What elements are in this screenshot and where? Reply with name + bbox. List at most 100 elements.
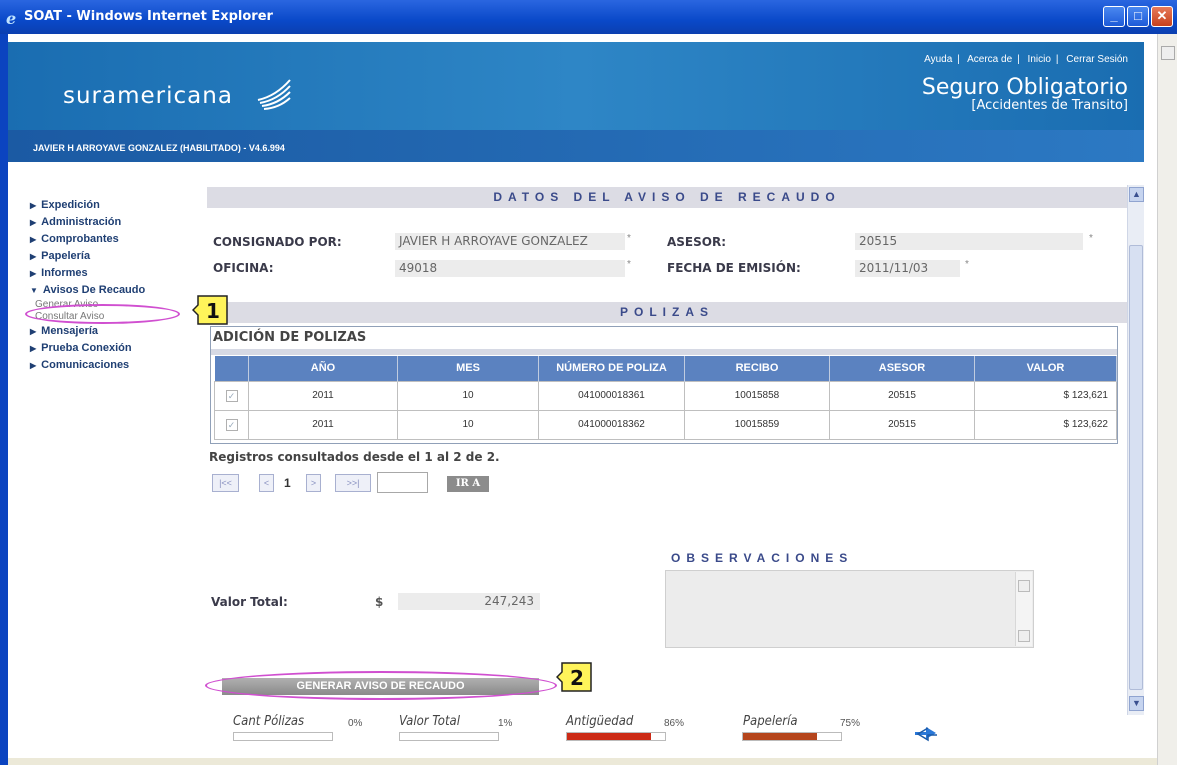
scroll-down-arrow-icon[interactable]: ▼: [1129, 696, 1144, 711]
metric-cant-polizas-pct: 0%: [348, 718, 363, 729]
col-mes[interactable]: MES: [397, 356, 539, 381]
product-subtitle: [Accidentes de Transito]: [971, 98, 1128, 113]
callout-badge-2: 2: [556, 662, 592, 692]
content-scrollbar[interactable]: ▲ ▼: [1127, 185, 1144, 715]
metric-valor-total-pct: 1%: [498, 718, 513, 729]
fecha-emision-field[interactable]: 2011/11/03: [855, 260, 960, 277]
metric-papeleria-pct: 75%: [840, 718, 861, 729]
page-scrollbar[interactable]: [1157, 34, 1177, 765]
sidebar-item-papeleria[interactable]: ▶ Papelería: [30, 248, 205, 265]
pager-page-input[interactable]: [377, 472, 428, 493]
annotation-ellipse: [25, 304, 180, 324]
link-ayuda[interactable]: Ayuda: [924, 54, 952, 65]
cell-valor: $ 123,621: [974, 380, 1117, 411]
sidebar-item-prueba-conexion[interactable]: ▶ Prueba Conexión: [30, 340, 205, 357]
required-mark: *: [627, 233, 631, 244]
triangle-right-icon: ▶: [30, 344, 37, 353]
status-bar: [8, 758, 1157, 765]
scroll-up-arrow-icon[interactable]: [1018, 580, 1030, 592]
sidebar-item-avisos-de-recaudo[interactable]: ▼ Avisos De Recaudo: [30, 282, 205, 299]
observaciones-title: OBSERVACIONES: [671, 551, 854, 565]
pager-first-button[interactable]: |<<: [212, 474, 239, 492]
valor-total-label: Valor Total:: [211, 595, 288, 609]
cell-anio: 2011: [248, 409, 398, 440]
link-inicio[interactable]: Inicio: [1028, 54, 1051, 65]
refresh-icon[interactable]: [912, 722, 940, 744]
pager-last-button[interactable]: >>|: [335, 474, 371, 492]
col-numero-poliza[interactable]: NÚMERO DE POLIZA: [538, 356, 685, 381]
row-select-cell: ✓: [214, 380, 249, 411]
cell-mes: 10: [397, 380, 539, 411]
observaciones-textarea[interactable]: [665, 570, 1034, 648]
metric-antiguedad-bar: [566, 732, 666, 741]
triangle-right-icon: ▶: [30, 361, 37, 370]
col-asesor[interactable]: ASESOR: [829, 356, 975, 381]
oficina-label: OFICINA:: [213, 261, 274, 275]
registros-count: Registros consultados desde el 1 al 2 de…: [209, 450, 500, 464]
consignado-field[interactable]: JAVIER H ARROYAVE GONZALEZ: [395, 233, 625, 250]
adicion-polizas-title: ADICIÓN DE POLIZAS: [213, 330, 367, 345]
cell-anio: 2011: [248, 380, 398, 411]
cell-recibo: 10015859: [684, 409, 830, 440]
asesor-label: ASESOR:: [667, 235, 727, 249]
triangle-right-icon: ▶: [30, 235, 37, 244]
brand-logo: suramericana: [63, 83, 233, 109]
row-checkbox[interactable]: ✓: [225, 389, 238, 402]
scroll-thumb[interactable]: [1129, 245, 1143, 690]
section-polizas-title: POLIZAS: [207, 302, 1127, 323]
brand-wave-icon: [257, 79, 291, 110]
sidebar-item-comprobantes[interactable]: ▶ Comprobantes: [30, 231, 205, 248]
oficina-field[interactable]: 49018: [395, 260, 625, 277]
sidebar-item-expedicion[interactable]: ▶ Expedición: [30, 197, 205, 214]
link-cerrar-sesion[interactable]: Cerrar Sesión: [1066, 54, 1128, 65]
close-button[interactable]: ✕: [1151, 6, 1173, 27]
triangle-right-icon: ▶: [30, 327, 37, 336]
user-status: JAVIER H ARROYAVE GONZALEZ (HABILITADO) …: [8, 130, 1144, 162]
pager-go-button[interactable]: IR A: [447, 476, 489, 492]
row-checkbox[interactable]: ✓: [225, 418, 238, 431]
svg-text:1: 1: [206, 299, 220, 323]
sidebar-item-informes[interactable]: ▶ Informes: [30, 265, 205, 282]
valor-total-field: 247,243: [398, 593, 540, 610]
bar-fill: [567, 733, 652, 740]
metric-papeleria-label: Papelería: [743, 714, 798, 729]
callout-badge-1: 1: [192, 295, 228, 325]
table-row: ✓ 2011 10 041000018362 10015859 20515 $ …: [214, 409, 1117, 440]
scroll-up-arrow-icon[interactable]: [1161, 46, 1175, 60]
product-title: Seguro Obligatorio: [921, 75, 1128, 100]
site-header: suramericana Ayuda | Acerca de | Inicio | C…: [8, 42, 1144, 130]
link-acerca-de[interactable]: Acerca de: [967, 54, 1012, 65]
col-valor[interactable]: VALOR: [974, 356, 1117, 381]
metric-antiguedad-label: Antigüedad: [566, 714, 634, 729]
polizas-table: AÑO MES NÚMERO DE POLIZA RECIBO ASESOR V…: [214, 356, 1117, 440]
col-select: [214, 356, 249, 381]
col-anio[interactable]: AÑO: [248, 356, 398, 381]
scroll-down-arrow-icon[interactable]: [1018, 630, 1030, 642]
pager-prev-button[interactable]: <: [259, 474, 274, 492]
ie-logo-icon: e: [6, 9, 17, 28]
pager-next-button[interactable]: >: [306, 474, 321, 492]
metric-cant-polizas-label: Cant Pólizas: [233, 714, 305, 729]
minimize-button[interactable]: _: [1103, 6, 1125, 27]
row-select-cell: ✓: [214, 409, 249, 440]
metric-papeleria-bar: [742, 732, 842, 741]
scroll-up-arrow-icon[interactable]: ▲: [1129, 187, 1144, 202]
required-mark: *: [1089, 233, 1093, 244]
sidebar-item-mensajeria[interactable]: ▶ Mensajería: [30, 323, 205, 340]
maximize-button[interactable]: □: [1127, 6, 1149, 27]
col-recibo[interactable]: RECIBO: [684, 356, 830, 381]
triangle-right-icon: ▶: [30, 201, 37, 210]
asesor-field[interactable]: 20515: [855, 233, 1083, 250]
sidebar-item-administracion[interactable]: ▶ Administración: [30, 214, 205, 231]
bar-fill: [400, 733, 401, 740]
table-row: ✓ 2011 10 041000018361 10015858 20515 $ …: [214, 380, 1117, 411]
sidebar-item-comunicaciones[interactable]: ▶ Comunicaciones: [30, 357, 205, 374]
metric-cant-polizas-bar: [233, 732, 333, 741]
metric-valor-total-bar: [399, 732, 499, 741]
cell-numero-poliza: 041000018361: [538, 380, 685, 411]
textarea-scrollbar[interactable]: [1015, 572, 1032, 646]
required-mark: *: [965, 259, 969, 270]
top-links: Ayuda | Acerca de | Inicio | Cerrar Sesión: [924, 54, 1128, 65]
triangle-right-icon: ▶: [30, 269, 37, 278]
triangle-right-icon: ▶: [30, 218, 37, 227]
